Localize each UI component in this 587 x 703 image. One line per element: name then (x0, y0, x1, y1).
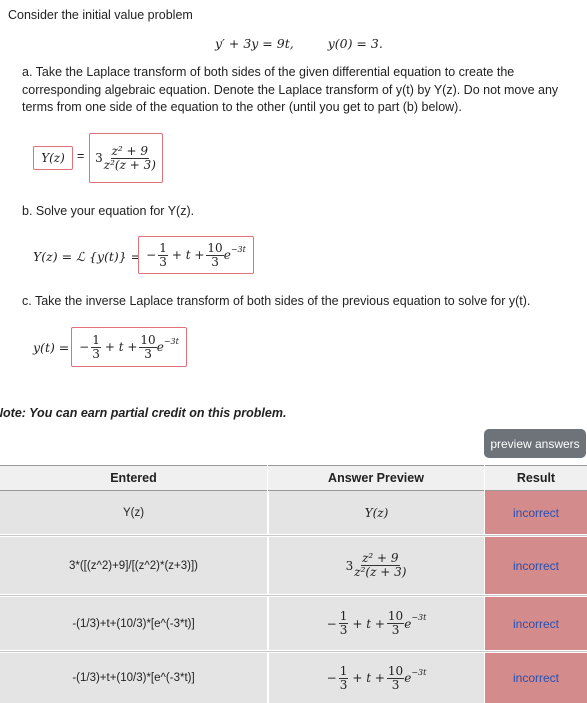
table-row-2-result: incorrect (485, 537, 587, 594)
table-row-4-entered: -(1/3)+t+(10/3)*[e^(-3*t)] (0, 653, 267, 703)
part-b-frac2-num: 10 (206, 240, 224, 256)
part-c-mid: + t + (104, 340, 138, 354)
row-divider (0, 651, 587, 652)
part-b-text: b. Solve your equation for Y(z). (22, 204, 195, 218)
row-2-preview-coef: 3 (345, 558, 354, 573)
part-b-exp-base: e (223, 248, 231, 262)
row-divider (0, 595, 587, 596)
table-row-1-entered: Y(z) (0, 491, 267, 534)
table-row-4-result: incorrect (485, 653, 587, 703)
part-c-lhs: y(t) = (33, 340, 70, 355)
part-a-left-value: Y(z) (41, 151, 65, 165)
table-row-1-preview: Y(z) (269, 491, 484, 534)
row-2-preview-num: z² + 9 (361, 551, 400, 566)
row-3-preview-f1n: 1 (338, 609, 349, 624)
part-b-frac1: 1 3 (158, 242, 168, 268)
row-4-preview-frac2: 10 3 (386, 663, 405, 692)
row-3-preview-f2n: 10 (386, 609, 405, 624)
part-c-sign: − (79, 340, 90, 354)
part-c-exp-base: e (156, 340, 164, 354)
part-c-frac2-den: 3 (144, 346, 152, 361)
part-a-left-answer[interactable]: Y(z) (33, 146, 73, 170)
part-b-frac2-den: 3 (211, 254, 219, 269)
part-a-fraction: z² + 9 z²(z + 3) (103, 145, 157, 171)
row-4-preview-sign: − (326, 671, 337, 685)
row-4-preview-f2d: 3 (391, 677, 400, 692)
part-a-den: z²(z + 3) (103, 157, 156, 172)
row-4-preview-frac1: 1 3 (338, 663, 349, 692)
ivp-de: y′ + 3y = 9t, (215, 36, 294, 51)
row-3-preview-f2d: 3 (391, 623, 400, 637)
header-answer-preview: Answer Preview (268, 465, 484, 491)
row-3-preview-exp: −3t (411, 613, 427, 622)
part-b-frac2: 10 3 (206, 240, 224, 269)
part-b-sign: − (146, 248, 157, 262)
row-2-preview-frac: z² + 9 z²(z + 3) (353, 552, 407, 578)
table-row-1-result: incorrect (485, 491, 587, 534)
part-a-coef: 3 (95, 151, 103, 165)
part-a-num: z² + 9 (110, 143, 150, 159)
part-a-equals: = (77, 149, 85, 163)
ivp-ic: y(0) = 3. (327, 36, 383, 51)
row-4-preview-f1n: 1 (338, 663, 349, 679)
part-c-answer[interactable]: − 1 3 + t + 10 3 e −3t (71, 327, 187, 367)
part-b-mid: + t + (171, 248, 205, 262)
part-c-frac2: 10 3 (139, 332, 157, 361)
row-3-preview-sign: − (326, 616, 337, 631)
header-entered: Entered (0, 465, 267, 491)
part-a-right-answer[interactable]: 3 z² + 9 z²(z + 3) (89, 133, 163, 183)
row-3-preview-frac2: 10 3 (386, 609, 405, 637)
part-b-frac1-den: 3 (159, 254, 167, 269)
part-b-lhs: Y(z) = ℒ {y(t)} = (33, 249, 142, 264)
row-4-preview-f1d: 3 (339, 677, 348, 692)
part-c-exp-pow: −3t (163, 336, 179, 346)
part-b-answer[interactable]: − 1 3 + t + 10 3 e −3t (138, 236, 254, 274)
row-4-preview-exp: −3t (411, 667, 427, 677)
part-b-frac1-num: 1 (158, 240, 168, 256)
preview-answers-button[interactable]: preview answers (484, 429, 586, 458)
part-c-frac1-den: 3 (92, 346, 100, 361)
row-divider (0, 535, 587, 536)
table-row-4-preview: − 1 3 + t + 10 3 e −3t (269, 653, 484, 703)
header-result: Result (485, 465, 587, 491)
part-b-exp-pow: −3t (230, 244, 246, 254)
problem-intro: Consider the initial value problem (8, 8, 193, 22)
partial-credit-note: Note: You can earn partial credit on thi… (0, 406, 287, 420)
row-4-preview-f2n: 10 (386, 663, 405, 679)
table-row-2-preview: 3 z² + 9 z²(z + 3) (269, 537, 484, 594)
part-a-text: a. Take the Laplace transform of both si… (22, 65, 559, 114)
row-3-preview-f1d: 3 (339, 623, 348, 637)
row-3-preview-mid: + t + (352, 616, 385, 631)
part-c-text: c. Take the inverse Laplace transform of… (22, 294, 531, 308)
table-row-3-entered: -(1/3)+t+(10/3)*[e^(-3*t)] (0, 597, 267, 650)
part-c-frac1-num: 1 (91, 332, 101, 348)
row-2-preview-den: z²(z + 3) (354, 565, 407, 579)
part-c-frac1: 1 3 (91, 334, 101, 360)
row-3-preview-frac1: 1 3 (338, 609, 349, 637)
part-c-frac2-num: 10 (139, 332, 157, 348)
ivp-equation: y′ + 3y = 9t, y(0) = 3. (215, 36, 383, 51)
table-row-3-preview: − 1 3 + t + 10 3 e −3t (269, 597, 484, 650)
row-4-preview-mid: + t + (352, 671, 385, 685)
table-row-3-result: incorrect (485, 597, 587, 650)
table-row-2-entered: 3*([(z^2)+9]/[(z^2)*(z+3)]) (0, 537, 267, 594)
